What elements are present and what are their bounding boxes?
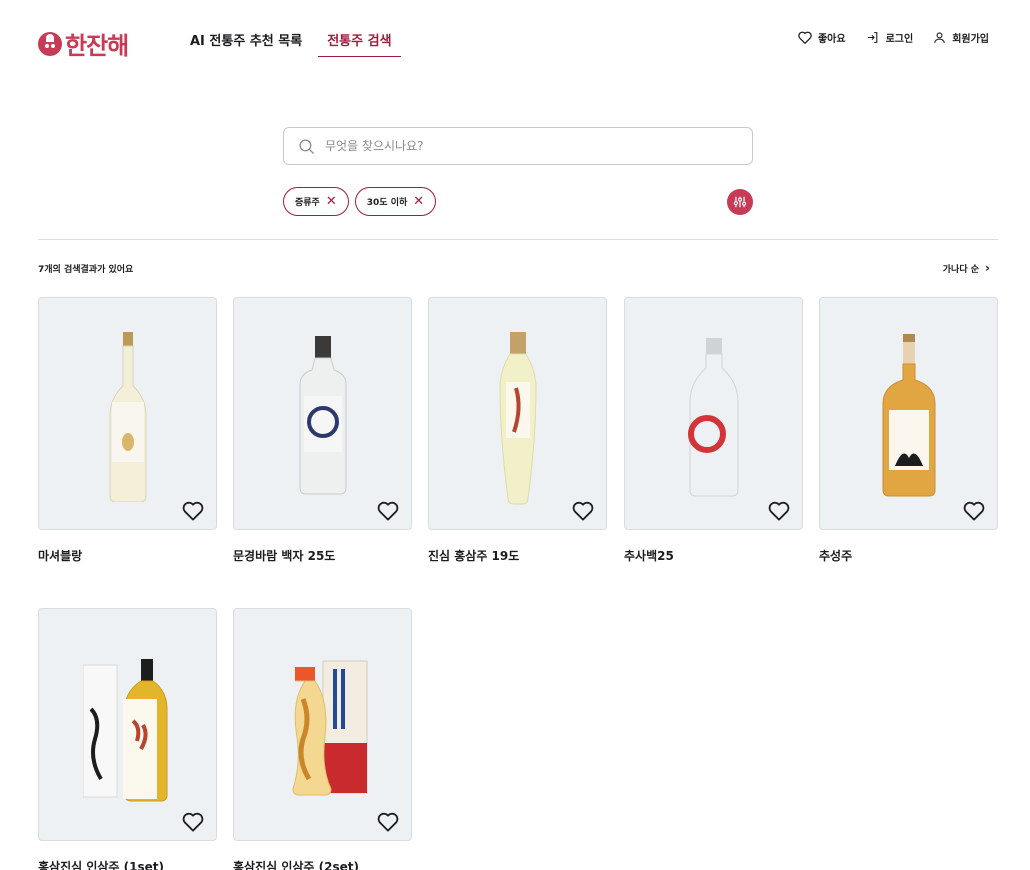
close-icon[interactable]: ✕ [326, 195, 337, 208]
sort-label: 가나다 순 [942, 264, 980, 275]
header-actions: 좋아요 로그인 회원가입 [778, 30, 989, 45]
chip-label: 증류주 [295, 198, 320, 208]
search-box [283, 127, 753, 165]
divider [38, 239, 998, 240]
bottle-image [882, 334, 935, 497]
heart-icon[interactable] [768, 501, 790, 521]
signup-label: 회원가입 [952, 34, 989, 45]
product-card[interactable]: 문경바람 백자 25도 [233, 297, 412, 564]
product-card[interactable]: 마셔블랑 [38, 297, 217, 564]
product-card[interactable]: 홍삼진심 인삼주 (2set) [233, 608, 412, 870]
result-count: 7개의 검색결과가 있어요 [38, 265, 134, 275]
product-image [819, 297, 998, 530]
heart-icon[interactable] [377, 812, 399, 832]
filter-chip[interactable]: 증류주 ✕ [283, 187, 349, 216]
bottle-image [291, 660, 367, 796]
heart-icon[interactable] [377, 501, 399, 521]
bottle-image [687, 338, 738, 497]
heart-icon [798, 31, 812, 44]
chip-label: 30도 이하 [366, 198, 408, 208]
product-card[interactable]: 진심 홍삼주 19도 [428, 297, 607, 564]
signup-link[interactable]: 회원가입 [933, 30, 989, 45]
search-icon [299, 138, 315, 154]
sort-dropdown[interactable]: 가나다 순 › [943, 261, 990, 275]
heart-icon[interactable] [182, 812, 204, 832]
nav-ai-recommend[interactable]: AI 전통주 추천 목록 [190, 30, 302, 57]
close-icon[interactable]: ✕ [413, 195, 424, 208]
heart-icon[interactable] [572, 501, 594, 521]
product-card[interactable]: 추사백25 [624, 297, 803, 564]
product-name[interactable]: 홍삼진심 인삼주 (1set) [38, 858, 217, 870]
bottle-image [109, 332, 146, 502]
logo[interactable]: 한잔해 [38, 26, 129, 61]
sliders-icon [733, 196, 747, 208]
logo-mark-icon [38, 31, 62, 56]
product-image [233, 297, 412, 530]
chevron-right-icon: › [985, 261, 990, 275]
product-name[interactable]: 마셔블랑 [38, 547, 217, 564]
main-nav: AI 전통주 추천 목록 전통주 검색 [190, 30, 427, 57]
product-image [38, 297, 217, 530]
product-name[interactable]: 홍삼진심 인삼주 (2set) [233, 858, 412, 870]
filter-chip[interactable]: 30도 이하 ✕ [354, 187, 437, 216]
product-image [624, 297, 803, 530]
bottle-image [299, 336, 346, 495]
product-name[interactable]: 추사백25 [624, 547, 803, 564]
filter-chips: 증류주 ✕ 30도 이하 ✕ [283, 187, 442, 216]
filter-settings-button[interactable] [727, 189, 753, 215]
search-input[interactable] [325, 139, 725, 153]
login-icon [867, 32, 877, 43]
product-image [233, 608, 412, 841]
user-icon [934, 32, 946, 44]
heart-icon[interactable] [963, 501, 985, 521]
product-name[interactable]: 문경바람 백자 25도 [233, 547, 412, 564]
bottle-image [82, 659, 167, 802]
product-name[interactable]: 진심 홍삼주 19도 [428, 547, 607, 564]
product-card[interactable]: 추성주 [819, 297, 998, 564]
product-image [428, 297, 607, 530]
logo-text: 한잔해 [65, 32, 129, 60]
bottle-image [498, 332, 537, 505]
product-card[interactable]: 홍삼진심 인삼주 (1set) [38, 608, 217, 870]
product-name[interactable]: 추성주 [819, 547, 998, 564]
header: 한잔해 AI 전통주 추천 목록 전통주 검색 좋아요 로그인 회원가입 [0, 0, 1030, 80]
nav-search[interactable]: 전통주 검색 [318, 30, 401, 57]
likes-link[interactable]: 좋아요 [798, 30, 846, 45]
product-image [38, 608, 217, 841]
login-link[interactable]: 로그인 [866, 30, 914, 45]
login-label: 로그인 [885, 34, 914, 45]
heart-icon[interactable] [182, 501, 204, 521]
likes-label: 좋아요 [817, 34, 846, 45]
